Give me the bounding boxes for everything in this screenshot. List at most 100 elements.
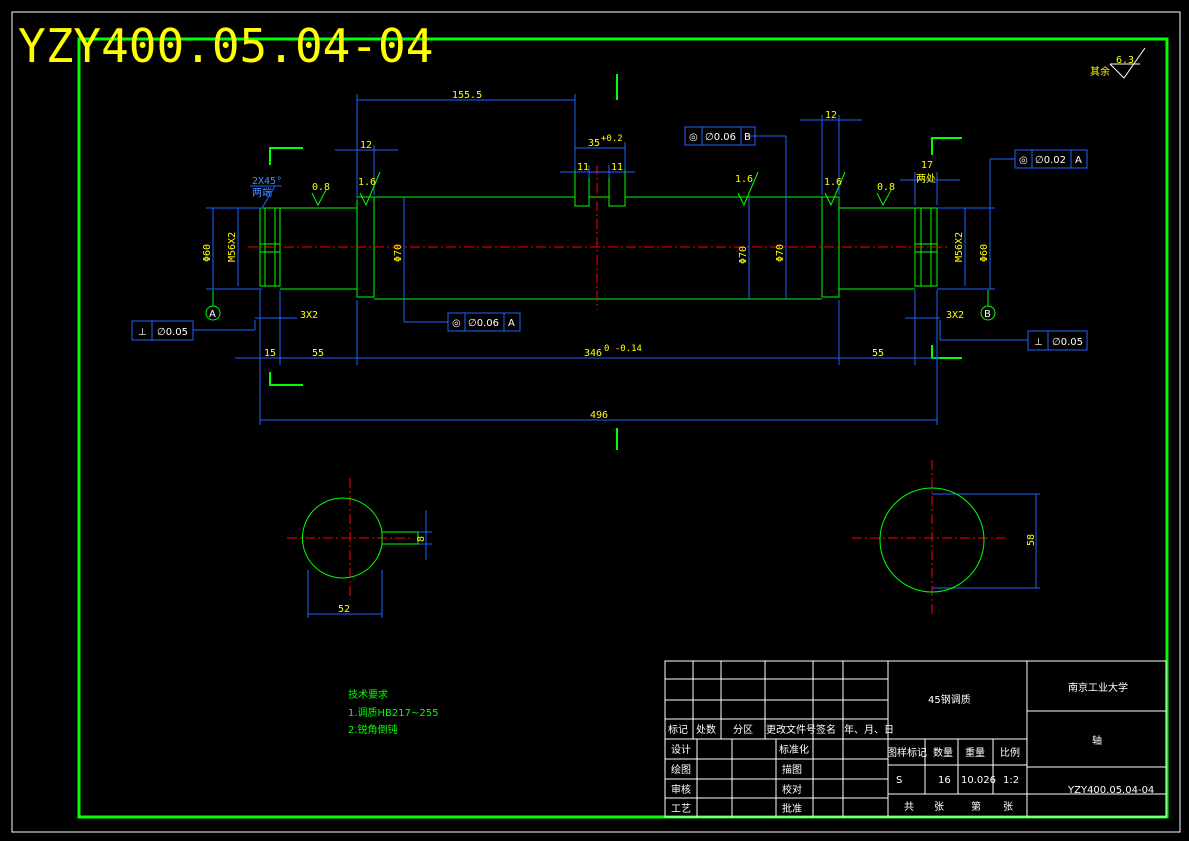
- roughness-r5: 0.8: [877, 182, 895, 193]
- svg-text:批准: 批准: [782, 802, 802, 815]
- svg-text:16: 16: [938, 775, 951, 786]
- svg-text:设计: 设计: [671, 743, 691, 756]
- dim-496: 496: [590, 410, 608, 421]
- dim-346-tol: 0 -0.14: [604, 344, 642, 354]
- svg-text:∅0.06: ∅0.06: [705, 132, 736, 143]
- dim-m56-right: M56X2: [954, 232, 965, 262]
- tolerance-frame-2: ◎ ∅0.02 A: [1014, 149, 1088, 169]
- svg-text:52: 52: [338, 604, 350, 615]
- svg-text:年、月、日: 年、月、日: [844, 723, 894, 736]
- svg-text:⊥: ⊥: [138, 327, 147, 338]
- dim-12-left: 12: [360, 140, 372, 151]
- roughness-r4: 1.6: [824, 177, 842, 188]
- dim-55-right: 55: [872, 348, 884, 359]
- dim-3x2-left: 3X2: [300, 310, 318, 321]
- svg-text:∅0.06: ∅0.06: [468, 318, 499, 329]
- roughness-general: 其余 6.3: [1090, 47, 1146, 79]
- svg-text:A: A: [508, 318, 515, 329]
- svg-text:YZY400.05.04-04: YZY400.05.04-04: [1067, 785, 1154, 796]
- centerlines: [248, 165, 1005, 615]
- svg-text:45钢调质: 45钢调质: [928, 693, 971, 706]
- dim-key-width: 35: [588, 138, 600, 149]
- dim-12-right: 12: [825, 110, 837, 121]
- dim-m56-left: M56X2: [227, 232, 238, 262]
- svg-text:轴: 轴: [1092, 734, 1102, 747]
- svg-text:◎: ◎: [689, 132, 698, 143]
- svg-text:南京工业大学: 南京工业大学: [1068, 681, 1128, 694]
- section-b-view: 58: [879, 487, 1037, 593]
- dim-11-right: 11: [611, 162, 623, 173]
- dim-phi70-c: Φ70: [775, 244, 786, 262]
- svg-text:∅0.05: ∅0.05: [1052, 337, 1083, 348]
- svg-text:B: B: [744, 132, 751, 143]
- dim-chamfer: 2X45°: [252, 176, 282, 187]
- svg-text:绘图: 绘图: [671, 763, 691, 776]
- section-a-view: 52 8: [301, 497, 427, 615]
- svg-text:签名: 签名: [816, 723, 836, 736]
- svg-text:58: 58: [1026, 534, 1037, 546]
- svg-text:更改文件号: 更改文件号: [766, 723, 816, 736]
- cad-drawing-canvas: YZY400.05.04-04 其余 6.3 A B 0.8 1.6 1.6 1…: [11, 11, 1181, 833]
- svg-text:其余: 其余: [1090, 65, 1110, 78]
- roughness-r2: 1.6: [358, 177, 376, 188]
- svg-text:校对: 校对: [782, 783, 802, 796]
- drawing-frame: [77, 37, 1169, 819]
- svg-text:分区: 分区: [733, 724, 753, 736]
- svg-text:10.026: 10.026: [961, 775, 996, 786]
- svg-text:描图: 描图: [782, 763, 802, 776]
- dim-phi70-a: Φ70: [393, 244, 404, 262]
- svg-text:A: A: [209, 309, 216, 320]
- svg-text:处数: 处数: [696, 723, 716, 736]
- svg-text:◎: ◎: [452, 318, 461, 329]
- tolerance-frame-3: ◎ ∅0.06 A: [447, 312, 521, 332]
- datum-markers: A B: [205, 290, 996, 321]
- svg-text:技术要求: 技术要求: [348, 688, 388, 701]
- svg-text:1:2: 1:2: [1003, 775, 1019, 786]
- dim-55-left: 55: [312, 348, 324, 359]
- sheet-border: [11, 11, 1181, 833]
- svg-text:B: B: [984, 309, 991, 320]
- tolerance-frame-5: ⊥ ∅0.05: [1027, 330, 1088, 351]
- svg-text:⊥: ⊥: [1034, 337, 1043, 348]
- svg-text:重量: 重量: [965, 746, 985, 759]
- svg-text:8: 8: [416, 536, 427, 542]
- svg-text:2.锐角倒钝: 2.锐角倒钝: [348, 723, 398, 736]
- dim-phi60-right: Φ60: [979, 244, 990, 262]
- svg-text:◎: ◎: [1019, 155, 1028, 166]
- drawing-number-title: YZY400.05.04-04: [18, 19, 433, 73]
- dim-346: 346: [584, 348, 602, 359]
- svg-text:∅0.05: ∅0.05: [157, 327, 188, 338]
- dim-155: 155.5: [452, 90, 482, 101]
- svg-text:标记: 标记: [668, 724, 688, 736]
- dim-phi70-b: Φ70: [738, 246, 749, 264]
- svg-text:标准化: 标准化: [779, 743, 809, 756]
- roughness-r3: 1.6: [735, 174, 753, 185]
- shaft-main-view: [259, 170, 938, 300]
- svg-text:∅0.02: ∅0.02: [1035, 155, 1066, 166]
- svg-text:比例: 比例: [1000, 746, 1020, 759]
- svg-text:1.调质HB217~255: 1.调质HB217~255: [348, 707, 438, 719]
- svg-text:图样标记: 图样标记: [887, 746, 927, 759]
- svg-text:张: 张: [1003, 801, 1013, 813]
- svg-text:共: 共: [904, 801, 914, 813]
- dim-both-ends: 两处: [916, 173, 936, 185]
- svg-text:S: S: [896, 775, 902, 786]
- svg-text:工艺: 工艺: [671, 803, 691, 815]
- tolerance-frame-1: ◎ ∅0.06 B: [684, 126, 756, 146]
- dim-11-left: 11: [577, 162, 589, 173]
- title-block-text: 标记 处数 分区 更改文件号 签名 年、月、日 设计 绘图 审核 工艺 标准化 …: [668, 681, 1154, 815]
- svg-text:A: A: [1075, 155, 1082, 166]
- svg-text:张: 张: [934, 801, 944, 813]
- tolerance-frame-4: ⊥ ∅0.05: [131, 320, 194, 341]
- roughness-symbols: [311, 171, 892, 207]
- roughness-r1: 0.8: [312, 182, 330, 193]
- dim-phi60-left: Φ60: [202, 244, 213, 262]
- dim-15: 15: [264, 348, 276, 359]
- tech-requirements: 技术要求 1.调质HB217~255 2.锐角倒钝: [348, 688, 438, 736]
- dim-key-tol: +0.2: [601, 134, 623, 144]
- dim-17: 17: [921, 160, 933, 171]
- svg-text:数量: 数量: [933, 746, 953, 759]
- svg-text:审核: 审核: [671, 783, 691, 796]
- dim-3x2-right: 3X2: [946, 310, 964, 321]
- svg-text:第: 第: [971, 800, 981, 813]
